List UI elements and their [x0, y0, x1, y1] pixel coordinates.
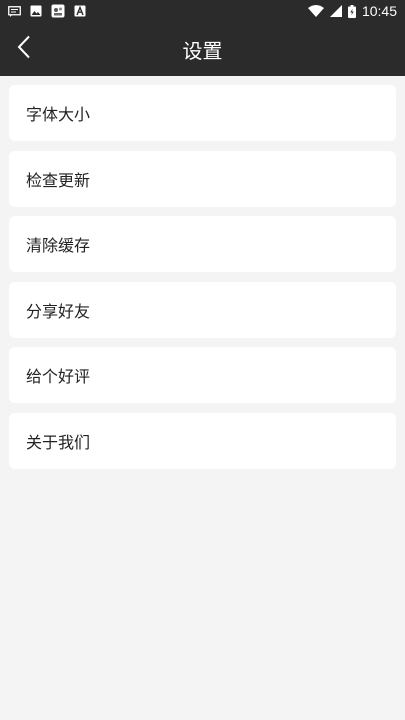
settings-item-label: 字体大小 — [26, 105, 91, 124]
settings-item-label: 关于我们 — [26, 432, 91, 452]
settings-item-font-size[interactable]: 字体大小 — [9, 85, 396, 141]
battery-icon — [347, 4, 356, 18]
status-bar-notifications — [8, 4, 86, 18]
settings-list: 字体大小 检查更新 清除缓存 分享好友 给个好评 关于我们 — [9, 85, 396, 478]
settings-item-share-friends[interactable]: 分享好友 — [9, 281, 396, 338]
settings-item-clear-cache[interactable]: 清除缓存 — [9, 216, 396, 272]
settings-item-label: 检查更新 — [26, 170, 91, 190]
settings-item-check-update[interactable]: 检查更新 — [9, 150, 396, 207]
font-app-icon — [74, 5, 86, 17]
chevron-left-icon — [17, 35, 31, 63]
status-bar-time: 10:45 — [361, 3, 397, 19]
settings-item-about-us[interactable]: 关于我们 — [9, 412, 396, 469]
app-bar: 设置 — [0, 22, 405, 76]
app-notification-icon — [51, 4, 65, 18]
settings-item-label: 分享好友 — [26, 301, 91, 321]
back-button[interactable] — [6, 31, 42, 67]
settings-item-rate-app[interactable]: 给个好评 — [9, 347, 396, 403]
status-bar-system: 10:45 — [307, 3, 397, 19]
wifi-icon — [307, 5, 324, 17]
settings-item-label: 清除缓存 — [26, 236, 91, 255]
image-notification-icon — [30, 5, 42, 17]
status-bar: 10:45 — [0, 0, 405, 22]
signal-icon — [329, 5, 342, 17]
settings-item-label: 给个好评 — [26, 367, 91, 386]
page-title: 设置 — [182, 38, 223, 63]
message-notification-icon — [8, 5, 21, 17]
